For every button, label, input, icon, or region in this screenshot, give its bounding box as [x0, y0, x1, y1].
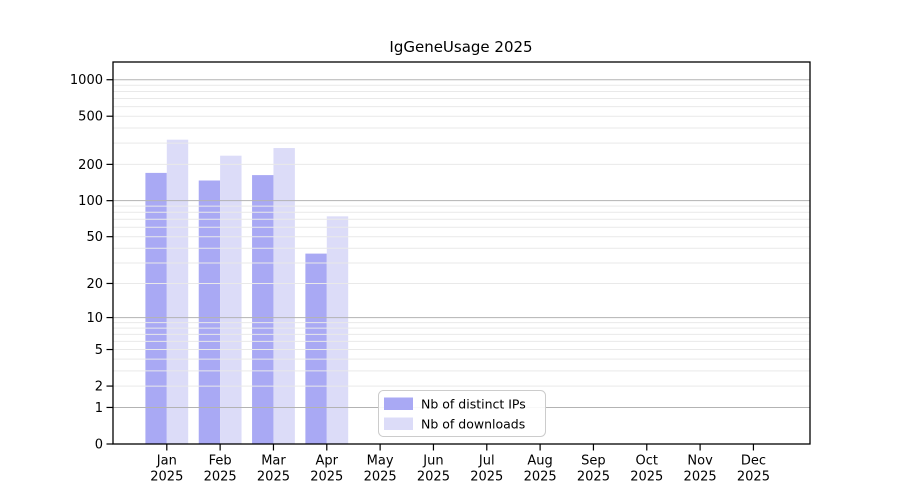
x-tick-label-month: Apr: [316, 454, 339, 469]
y-tick-label: 200: [78, 158, 103, 173]
x-tick-label-month: Oct: [636, 454, 658, 469]
legend: Nb of distinct IPs Nb of downloads: [378, 390, 546, 437]
x-tick-label-year: 2025: [737, 470, 770, 485]
x-tick-label-year: 2025: [630, 470, 663, 485]
legend-label-downloads: Nb of downloads: [421, 417, 525, 432]
x-tick-label-year: 2025: [577, 470, 610, 485]
x-tick-label-month: Mar: [261, 454, 286, 469]
y-tick-label: 500: [78, 110, 103, 125]
x-tick-label-year: 2025: [684, 470, 717, 485]
y-tick-label: 20: [86, 277, 103, 292]
chart-title: IgGeneUsage 2025: [389, 38, 532, 56]
x-tick-label-year: 2025: [150, 470, 183, 485]
bar-downloads-feb: [220, 155, 242, 444]
bar-downloads-mar: [273, 148, 295, 445]
x-tick-label-month: Jan: [156, 454, 177, 469]
x-tick-label-year: 2025: [310, 470, 343, 485]
y-tick-label: 1000: [70, 73, 103, 88]
x-tick-label-year: 2025: [524, 470, 557, 485]
chart-figure: 0 1 2 5 10 20 50 100 200 500 1000 Jan 2025 Feb 2025 Mar…: [0, 0, 900, 500]
x-tick-label-year: 2025: [364, 470, 397, 485]
legend-swatch-distinct-ips-icon: [384, 397, 413, 410]
legend-swatch-downloads-icon: [384, 417, 413, 430]
y-tick-label: 1: [95, 401, 103, 416]
bar-distinct-ips-apr: [305, 253, 327, 444]
y-tick-label: 50: [86, 230, 103, 245]
bar-downloads-apr: [326, 216, 349, 444]
y-tick-label: 10: [86, 311, 103, 326]
x-tick-label-month: Aug: [527, 454, 552, 469]
x-tick-label-year: 2025: [257, 470, 290, 485]
y-tick-label: 5: [95, 343, 103, 358]
x-tick-label-year: 2025: [204, 470, 237, 485]
x-tick-label-month: Jul: [478, 454, 495, 469]
x-tick-label-month: Nov: [687, 454, 713, 469]
bar-distinct-ips-jan: [145, 172, 167, 444]
y-tick-label: 2: [95, 380, 103, 395]
x-tick-label-month: Dec: [741, 454, 766, 469]
bar-downloads-jan: [166, 139, 189, 444]
bar-distinct-ips-feb: [198, 180, 221, 444]
x-tick-label-year: 2025: [470, 470, 503, 485]
x-tick-label-month: Jun: [422, 454, 443, 469]
bar-distinct-ips-mar: [252, 175, 274, 444]
x-tick-label-month: Feb: [209, 454, 232, 469]
bar-chart: 01251020501002005001000Jan2025Feb2025Mar…: [0, 0, 900, 500]
x-tick-label-month: May: [367, 454, 394, 469]
legend-label-distinct-ips: Nb of distinct IPs: [421, 397, 526, 412]
x-tick-label-month: Sep: [581, 454, 606, 469]
y-tick-label: 100: [78, 194, 103, 209]
x-tick-label-year: 2025: [417, 470, 450, 485]
y-tick-label: 0: [95, 438, 103, 453]
